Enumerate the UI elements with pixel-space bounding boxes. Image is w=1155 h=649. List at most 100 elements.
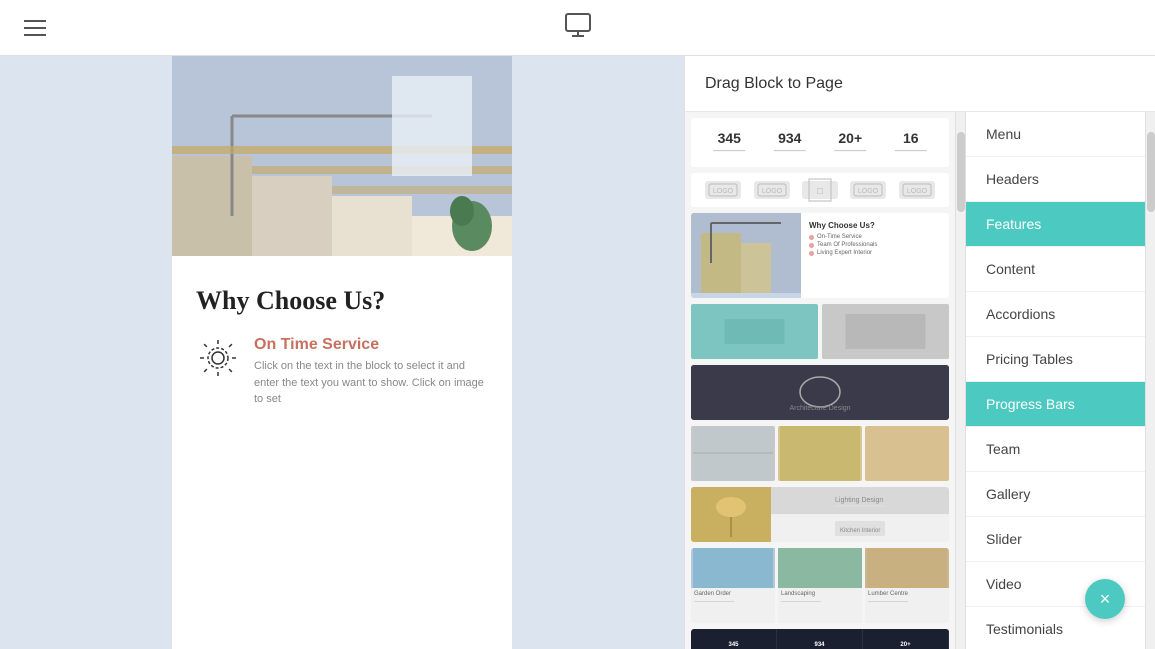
strip-title-1: 345 xyxy=(728,642,738,648)
panel-content: 345 ———— 934 ———— 20+ ———— 16 ———— xyxy=(685,112,1155,649)
strip-title-2: 934 xyxy=(814,642,824,648)
canvas-feature-text: Click on the text in the block to select… xyxy=(254,358,488,408)
card-img-2 xyxy=(778,548,862,588)
sidebar-item-team[interactable]: Team xyxy=(966,427,1145,472)
card-cell-1: Garden Order ———————— xyxy=(691,548,775,623)
sidebar-item-content[interactable]: Content xyxy=(966,247,1145,292)
canvas-section: Why Choose Us? On Time Service Click on … xyxy=(172,256,512,454)
card-cell-2: Landscaping ———————— xyxy=(778,548,862,623)
stat-number-1: 345 xyxy=(713,130,745,146)
strip-title-3: 20+ xyxy=(900,642,910,648)
feature-item-2: Team Of Professionals xyxy=(809,242,941,248)
svg-text:LOGO: LOGO xyxy=(858,188,879,195)
bottom-strip-block[interactable]: 345 Lumber Centre 934 Garden Order 20+ I… xyxy=(691,629,949,649)
main-area: Why Choose Us? On Time Service Click on … xyxy=(0,56,1155,649)
sidebar-item-headers[interactable]: Headers xyxy=(966,157,1145,202)
stat-label-1: ———— xyxy=(713,146,745,155)
canvas-feature-title: On Time Service xyxy=(254,336,488,354)
card-img-3 xyxy=(865,548,949,588)
strip-cell-2: 934 Garden Order xyxy=(777,629,863,649)
canvas-area: Why Choose Us? On Time Service Click on … xyxy=(0,56,684,649)
svg-text:Kitchen Interior: Kitchen Interior xyxy=(840,528,880,534)
drag-block-panel: Drag Block to Page 345 ———— 934 ———— 20+ xyxy=(684,56,1155,649)
stats-block[interactable]: 345 ———— 934 ———— 20+ ———— 16 ———— xyxy=(691,118,949,167)
drag-header-title: Drag Block to Page xyxy=(705,75,843,93)
feature-thumb-image xyxy=(691,213,801,298)
sidebar-item-progress-bars[interactable]: Progress Bars xyxy=(966,382,1145,427)
feature-dot-2 xyxy=(809,243,814,248)
close-button[interactable]: × xyxy=(1085,579,1125,619)
thumbnails-scrollbar[interactable] xyxy=(955,112,965,649)
cell-light-gray xyxy=(691,426,775,481)
sidebar-scrollbar[interactable] xyxy=(1145,112,1155,649)
canvas-heading: Why Choose Us? xyxy=(196,286,488,316)
stat-number-3: 20+ xyxy=(834,130,866,146)
feature-dot-1 xyxy=(809,235,814,240)
strip-cell-3: 20+ Interior xyxy=(863,629,949,649)
stat-label-2: ———— xyxy=(774,146,806,155)
card-title-1: Garden Order xyxy=(694,591,772,597)
thumbnails-area[interactable]: 345 ———— 934 ———— 20+ ———— 16 ———— xyxy=(685,112,955,649)
three-cell-row[interactable] xyxy=(691,426,949,481)
stat-number-4: 16 xyxy=(895,130,927,146)
svg-text:LOGO: LOGO xyxy=(907,188,928,195)
lighting-thumb-block[interactable]: Lighting Design Kitchen Interior xyxy=(691,487,949,542)
card-body-2: Landscaping ———————— xyxy=(778,588,862,623)
image-grid-2col[interactable] xyxy=(691,304,949,359)
logo-2: LOGO xyxy=(754,181,790,199)
sidebar-item-menu[interactable]: Menu xyxy=(966,112,1145,157)
svg-text:LOGO: LOGO xyxy=(713,188,734,195)
cell-warm xyxy=(778,426,862,481)
scrollbar-thumb xyxy=(957,132,965,212)
feature-item-label-2: Team Of Professionals xyxy=(817,242,877,248)
logos-block[interactable]: LOGO LOGO ☐ LOGO LOGO xyxy=(691,173,949,207)
lighting-bottom-cell: Kitchen Interior xyxy=(771,515,949,542)
lighting-top-cell: Lighting Design xyxy=(771,487,949,515)
stat-label-4: ———— xyxy=(895,146,927,155)
strip-cell-1: 345 Lumber Centre xyxy=(691,629,777,649)
card-body-1: Garden Order ———————— xyxy=(691,588,775,623)
logo-3: ☐ xyxy=(802,181,838,199)
monitor-icon xyxy=(562,9,594,46)
card-img-1 xyxy=(691,548,775,588)
stat-item-2: 934 ———— xyxy=(774,130,806,155)
feature-item-3: Living Expert Interior xyxy=(809,250,941,256)
single-dark-thumb[interactable]: Architecture Design xyxy=(691,365,949,420)
canvas-page: Why Choose Us? On Time Service Click on … xyxy=(172,56,512,649)
cell-beige xyxy=(865,426,949,481)
stat-item-4: 16 ———— xyxy=(895,130,927,155)
sidebar-item-pricing-tables[interactable]: Pricing Tables xyxy=(966,337,1145,382)
svg-text:Architecture Design: Architecture Design xyxy=(789,405,850,412)
stat-label-3: ———— xyxy=(834,146,866,155)
card-text-3: ———————— xyxy=(868,599,946,605)
feature-thumb-block[interactable]: Why Choose Us? On-Time Service Team Of P… xyxy=(691,213,949,298)
feature-dot-3 xyxy=(809,251,814,256)
feature-item-1: On-Time Service xyxy=(809,234,941,240)
card-title-2: Landscaping xyxy=(781,591,859,597)
logo-1: LOGO xyxy=(705,181,741,199)
sidebar-item-accordions[interactable]: Accordions xyxy=(966,292,1145,337)
sidebar-scrollbar-thumb xyxy=(1147,132,1155,212)
img-cell-teal xyxy=(691,304,818,359)
hero-image xyxy=(172,56,512,256)
logo-4: LOGO xyxy=(850,181,886,199)
sidebar-nav: Menu Headers Features Content Accordions… xyxy=(965,112,1145,649)
lighting-img xyxy=(691,487,771,542)
feature-thumb-text: Why Choose Us? On-Time Service Team Of P… xyxy=(801,213,949,298)
menu-icon[interactable] xyxy=(24,20,46,36)
drag-block-header: Drag Block to Page xyxy=(685,56,1155,112)
sidebar-item-gallery[interactable]: Gallery xyxy=(966,472,1145,517)
stat-number-2: 934 xyxy=(774,130,806,146)
sidebar-item-slider[interactable]: Slider xyxy=(966,517,1145,562)
svg-text:Lighting Design: Lighting Design xyxy=(835,497,883,504)
card-text-2: ———————— xyxy=(781,599,859,605)
multi-card-block[interactable]: Garden Order ———————— Landscaping ——————… xyxy=(691,548,949,623)
card-title-3: Lumber Centre xyxy=(868,591,946,597)
svg-text:☐: ☐ xyxy=(816,187,823,196)
gear-icon xyxy=(196,336,240,380)
stat-item-1: 345 ———— xyxy=(713,130,745,155)
sidebar-item-features[interactable]: Features xyxy=(966,202,1145,247)
feature-item-label-1: On-Time Service xyxy=(817,234,862,240)
img-cell-gray xyxy=(822,304,949,359)
top-bar xyxy=(0,0,1155,56)
